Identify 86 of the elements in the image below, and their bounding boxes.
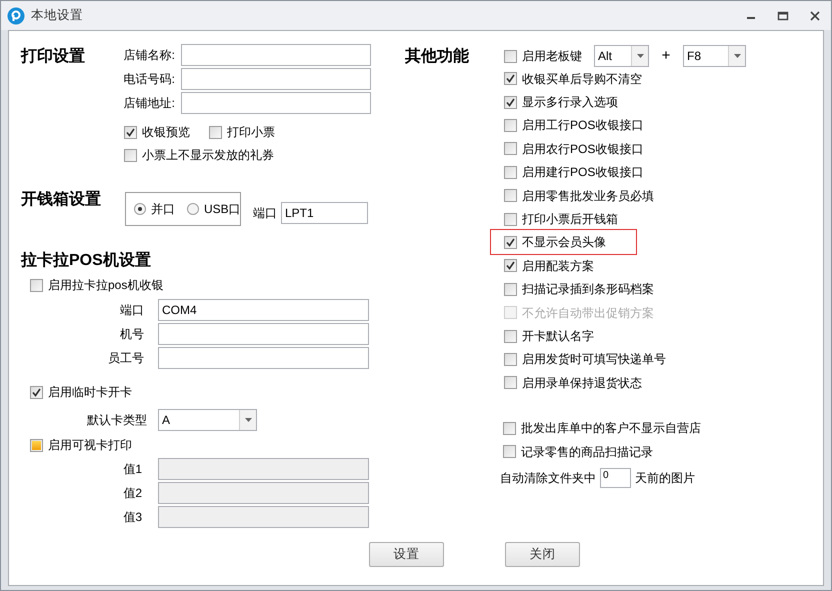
checkbox[interactable] bbox=[504, 189, 517, 202]
checkbox[interactable] bbox=[124, 126, 137, 138]
checkbox[interactable] bbox=[504, 282, 517, 296]
radio-button[interactable] bbox=[187, 203, 199, 215]
input-field[interactable]: 0 bbox=[600, 468, 631, 488]
window-title: 本地设置 bbox=[31, 7, 83, 24]
checkbox-label: 启用录单保持退货状态 bbox=[522, 374, 642, 392]
field-label: 默认卡类型 bbox=[86, 412, 147, 429]
checkbox[interactable] bbox=[504, 259, 517, 272]
checkbox-label: 打印小票后开钱箱 bbox=[522, 211, 618, 228]
field-label: 端口 bbox=[253, 205, 277, 222]
checkbox-label: 开卡默认名字 bbox=[522, 328, 594, 345]
checkbox[interactable] bbox=[504, 212, 517, 226]
radio-label: USB口 bbox=[204, 201, 241, 218]
checkbox[interactable] bbox=[504, 50, 517, 62]
checkbox-label: 小票上不显示发放的礼券 bbox=[142, 147, 274, 164]
checkbox[interactable] bbox=[504, 96, 517, 109]
checkbox[interactable] bbox=[504, 376, 517, 390]
input-field[interactable] bbox=[181, 92, 371, 114]
dialog-button[interactable]: 关闭 bbox=[505, 542, 580, 567]
dialog-button[interactable]: 设置 bbox=[369, 542, 444, 567]
input-field[interactable] bbox=[181, 44, 371, 66]
checkbox-label: 启用拉卡拉pos机收银 bbox=[48, 277, 164, 294]
caret-icon bbox=[244, 418, 252, 422]
field-label: 自动清除文件夹中 bbox=[500, 470, 596, 488]
checkbox-label: 批发出库单中的客户不显示自营店 bbox=[521, 420, 701, 438]
checkbox-label: 启用发货时可填写快递单号 bbox=[522, 351, 666, 368]
checkbox[interactable] bbox=[503, 445, 516, 458]
field-label: 店铺地址: bbox=[122, 95, 175, 112]
checkbox-label: 不显示会员头像 bbox=[522, 234, 606, 252]
radio-label: 并口 bbox=[151, 201, 175, 218]
dropdown[interactable]: Alt bbox=[594, 45, 649, 67]
field-label: 值3 bbox=[122, 509, 142, 526]
input-field[interactable] bbox=[181, 68, 371, 90]
field-label: 电话号码: bbox=[122, 71, 175, 88]
checkbox-label: 启用零售批发业务员必填 bbox=[522, 188, 654, 205]
dropdown[interactable]: A bbox=[158, 409, 257, 431]
checkbox[interactable] bbox=[504, 118, 517, 132]
checkbox[interactable] bbox=[504, 166, 517, 179]
input-field[interactable] bbox=[158, 323, 369, 345]
field-label: 端口 bbox=[119, 302, 144, 319]
checkbox[interactable] bbox=[504, 236, 517, 249]
field-label: 员工号 bbox=[107, 350, 144, 367]
checkbox-label: 显示多行录入选项 bbox=[522, 94, 618, 112]
input-field[interactable] bbox=[158, 347, 369, 369]
checkbox[interactable] bbox=[30, 386, 43, 398]
checkbox-label: 启用可视卡打印 bbox=[48, 437, 132, 454]
checkbox-label: 打印小票 bbox=[227, 124, 275, 141]
checkbox-label: 启用工行POS收银接口 bbox=[522, 117, 644, 134]
checkbox-label: 启用农行POS收银接口 bbox=[522, 140, 644, 158]
caret-icon bbox=[636, 54, 644, 58]
input-field[interactable]: LPT1 bbox=[281, 202, 368, 224]
section-heading: 其他功能 bbox=[405, 46, 470, 67]
field-label: 店铺名称: bbox=[122, 47, 175, 64]
app-icon bbox=[7, 6, 25, 24]
close-icon[interactable] bbox=[809, 10, 821, 20]
field-label: 值1 bbox=[122, 461, 142, 478]
checkbox[interactable] bbox=[504, 330, 517, 342]
checkbox-label: 收银买单后导购不清空 bbox=[522, 70, 642, 88]
checkbox-label: 启用建行POS收银接口 bbox=[522, 164, 644, 182]
checkbox-label: 启用临时卡开卡 bbox=[48, 384, 132, 401]
checkbox[interactable] bbox=[504, 352, 517, 366]
checkbox-label: 扫描记录插到条形码档案 bbox=[522, 281, 654, 298]
section-heading: 开钱箱设置 bbox=[21, 190, 102, 210]
dropdown[interactable]: F8 bbox=[683, 45, 746, 67]
maximize-icon[interactable] bbox=[777, 10, 789, 20]
field-label: 值2 bbox=[122, 485, 142, 502]
radio-button[interactable] bbox=[134, 203, 146, 215]
checkbox[interactable] bbox=[503, 422, 516, 435]
caret-icon bbox=[734, 54, 740, 58]
checkbox-label: 启用配装方案 bbox=[522, 258, 594, 275]
section-heading: 拉卡拉POS机设置 bbox=[21, 251, 152, 271]
input-field[interactable]: COM4 bbox=[158, 299, 369, 321]
section-heading: 打印设置 bbox=[21, 46, 86, 67]
checkbox[interactable] bbox=[30, 278, 43, 292]
checkbox[interactable] bbox=[504, 142, 517, 156]
field-label: 机号 bbox=[119, 326, 144, 343]
checkbox-label: 收银预览 bbox=[142, 124, 190, 141]
field-label: 天前的图片 bbox=[635, 470, 695, 488]
checkbox[interactable] bbox=[504, 72, 517, 86]
checkbox-label: 不允许自动带出促销方案 bbox=[522, 304, 654, 322]
checkbox-label: 启用老板键 bbox=[522, 48, 582, 65]
checkbox[interactable] bbox=[124, 148, 137, 162]
checkbox[interactable] bbox=[209, 126, 222, 138]
checkbox-label: 记录零售的商品扫描记录 bbox=[521, 444, 653, 461]
plus-sign: + bbox=[660, 46, 672, 66]
